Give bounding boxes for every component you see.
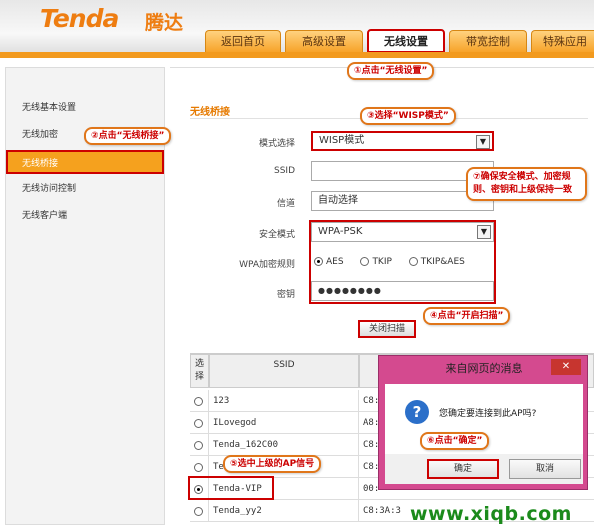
mode-label: 模式选择 — [258, 139, 295, 149]
close-icon[interactable]: ✕ — [551, 359, 581, 375]
section-title: 无线桥接 — [190, 107, 230, 118]
callout-step2: ②点击“无线桥接” — [84, 127, 172, 145]
sidebar-item-basic[interactable]: 无线基本设置 — [6, 96, 164, 120]
row-ssid: ILovegod — [209, 412, 359, 434]
wpa-rule-label: WPA加密规则 — [239, 260, 295, 270]
callout-step4: ④点击“开启扫描” — [423, 307, 511, 325]
sidebar-item-bridge[interactable]: 无线桥接 — [6, 150, 164, 174]
callout-step3: ③选择“WISP模式” — [360, 107, 456, 125]
chevron-down-icon: ▼ — [477, 225, 491, 239]
security-select[interactable]: WPA-PSK ▼ — [311, 222, 494, 242]
col-header-select: 选择 — [190, 354, 209, 388]
callout-step7: ⑦确保安全模式、加密规则、密钥和上级保持一致 — [466, 167, 587, 201]
radio-icon[interactable] — [194, 419, 203, 428]
row-ssid: Tenda_162C00 — [209, 434, 359, 456]
radio-icon[interactable] — [194, 507, 203, 516]
key-label: 密钥 — [276, 290, 295, 300]
wpa-option-aes-label: AES — [326, 257, 344, 267]
key-input[interactable]: ●●●●●●●● — [311, 281, 494, 301]
radio-icon[interactable] — [194, 397, 203, 406]
brand-logo-cn: 腾达 — [145, 12, 184, 34]
callout-step5: ⑤选中上级的AP信号 — [223, 455, 322, 473]
tab-wireless[interactable]: 无线设置 — [367, 29, 445, 53]
brand-logo: Tenda — [40, 4, 119, 33]
question-icon: ? — [405, 400, 429, 424]
tab-home[interactable]: 返回首页 — [205, 30, 281, 52]
security-label: 安全模式 — [258, 230, 295, 240]
dialog-footer: 确定 取消 — [385, 454, 583, 484]
wpa-option-tkip-aes-label: TKIP&AES — [420, 257, 465, 267]
callout-step1: ①点击“无线设置” — [347, 62, 435, 80]
ssid-label: SSID — [273, 166, 295, 176]
radio-checked-icon — [314, 257, 323, 266]
channel-label: 信道 — [276, 199, 295, 209]
mode-select[interactable]: WISP模式 ▼ — [311, 131, 494, 151]
row-ssid: Tenda_yy2 — [209, 500, 359, 522]
scan-button[interactable]: 关闭扫描 — [358, 320, 416, 338]
radio-icon — [360, 257, 370, 266]
wpa-option-tkip[interactable]: TKIP — [360, 257, 392, 267]
selected-ap-highlight — [188, 476, 274, 500]
radio-icon[interactable] — [194, 441, 203, 450]
security-value: WPA-PSK — [318, 226, 363, 237]
wpa-option-tkip-aes[interactable]: TKIP&AES — [408, 257, 465, 267]
watermark: www.xiqb.com — [410, 503, 572, 525]
channel-value: 自动选择 — [318, 195, 358, 206]
mode-value: WISP模式 — [319, 135, 365, 146]
dialog-message: 您确定要连接到此AP吗? — [439, 409, 537, 419]
confirm-dialog: 来自网页的消息 ✕ ? 您确定要连接到此AP吗? 确定 取消 — [378, 355, 588, 490]
ap-table: 选择 SSID 123 C8: ILovegod A8: Tenda_162C0… — [190, 353, 594, 522]
sidebar-item-client[interactable]: 无线客户端 — [6, 204, 164, 228]
wpa-rule-radios: AES TKIP TKIP&AES — [311, 252, 494, 272]
ok-button[interactable]: 确定 — [427, 459, 499, 479]
wpa-option-aes[interactable]: AES — [314, 257, 344, 267]
col-header-ssid: SSID — [209, 354, 359, 388]
cancel-button[interactable]: 取消 — [509, 459, 581, 479]
tab-bandwidth[interactable]: 带宽控制 — [449, 30, 527, 52]
radio-icon[interactable] — [194, 463, 203, 472]
chevron-down-icon: ▼ — [476, 135, 490, 149]
row-ssid: 123 — [209, 390, 359, 412]
nav-bar-strip — [0, 52, 594, 58]
row-mac: C8:3A:3 — [363, 506, 401, 516]
radio-icon — [408, 257, 418, 266]
tab-special[interactable]: 特殊应用 — [531, 30, 594, 52]
header: Tenda 腾达 返回首页 高级设置 无线设置 带宽控制 特殊应用 — [0, 0, 594, 56]
tab-advanced[interactable]: 高级设置 — [285, 30, 363, 52]
wpa-option-tkip-label: TKIP — [372, 257, 392, 267]
callout-step6: ⑥点击“确定” — [420, 432, 490, 450]
sidebar-item-access-control[interactable]: 无线访问控制 — [6, 177, 164, 201]
